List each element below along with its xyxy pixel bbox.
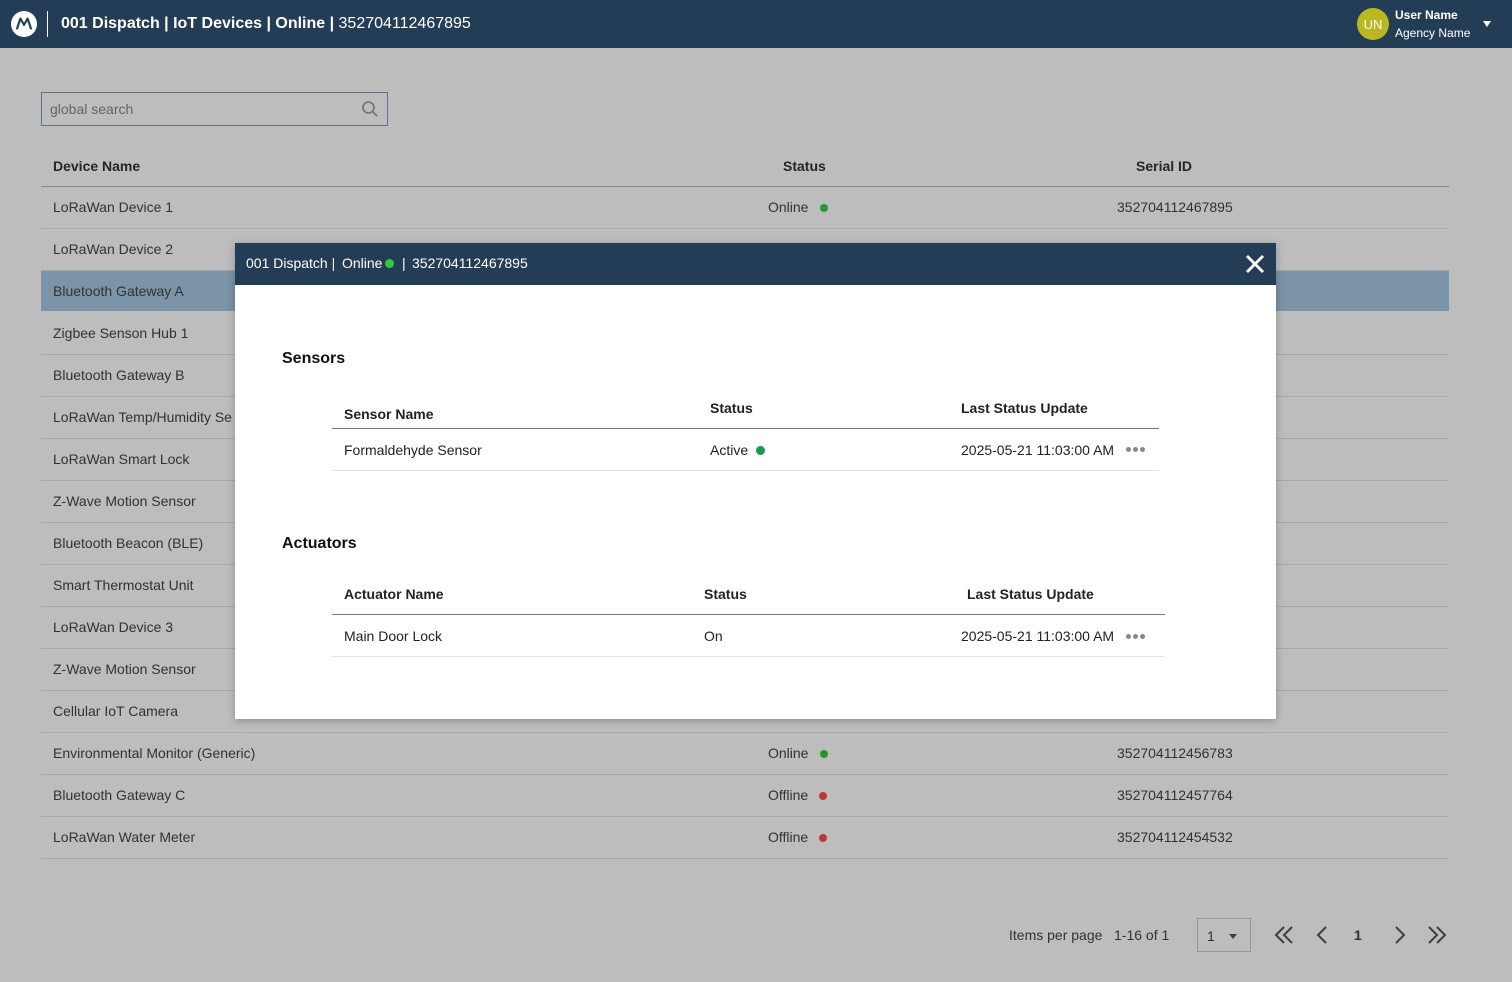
- actuator-status: On: [704, 628, 723, 644]
- col-actuator-last-update: Last Status Update: [967, 586, 1094, 602]
- status-dot-icon: [385, 259, 394, 268]
- sensors-title: Sensors: [282, 350, 346, 367]
- col-actuator-name: Actuator Name: [344, 586, 444, 602]
- col-sensor-name: Sensor Name: [344, 406, 434, 422]
- actuator-last-update: 2025-05-21 11:03:00 AM: [961, 628, 1115, 644]
- sensor-name: Formaldehyde Sensor: [344, 442, 482, 458]
- modal-header-serial: 352704112467895: [412, 255, 528, 271]
- sensor-last-update: 2025-05-21 11:03:00 AM: [961, 442, 1115, 458]
- col-sensor-status: Status: [710, 400, 753, 416]
- status-dot-icon: [756, 446, 765, 455]
- actuator-name: Main Door Lock: [344, 628, 443, 644]
- more-options-icon[interactable]: [1126, 632, 1148, 642]
- modal-header-separator: |: [402, 255, 406, 271]
- close-icon[interactable]: [1244, 253, 1266, 275]
- chevron-down-icon[interactable]: [1483, 21, 1491, 27]
- title-serial: 352704112467895: [338, 15, 471, 32]
- modal-header-context: 001 Dispatch |: [246, 255, 336, 271]
- more-options-icon[interactable]: [1126, 445, 1148, 455]
- actuators-row-divider: [332, 656, 1165, 657]
- title-context: 001 Dispatch | IoT Devices | Online |: [61, 15, 335, 32]
- sensor-status: Active: [710, 442, 749, 458]
- modal-header-status: Online: [342, 255, 383, 271]
- header-divider: [47, 11, 48, 37]
- sensors-header-divider: [332, 428, 1159, 429]
- actuators-title: Actuators: [282, 535, 357, 552]
- actuators-header-divider: [332, 614, 1165, 615]
- sensors-row-divider: [332, 470, 1159, 471]
- agency-name[interactable]: Agency Name: [1395, 26, 1470, 40]
- avatar[interactable]: UN: [1357, 8, 1389, 40]
- device-detail-modal: 001 Dispatch | Online | 352704112467895 …: [235, 243, 1276, 719]
- page-title: 001 Dispatch | IoT Devices | Online | 35…: [61, 14, 471, 34]
- top-bar: 001 Dispatch | IoT Devices | Online | 35…: [0, 0, 1512, 48]
- motorola-logo-icon: [11, 11, 37, 37]
- col-actuator-status: Status: [704, 586, 747, 602]
- user-name[interactable]: User Name: [1395, 8, 1458, 22]
- modal-header: 001 Dispatch | Online | 352704112467895: [235, 243, 1276, 285]
- col-sensor-last-update: Last Status Update: [961, 400, 1088, 416]
